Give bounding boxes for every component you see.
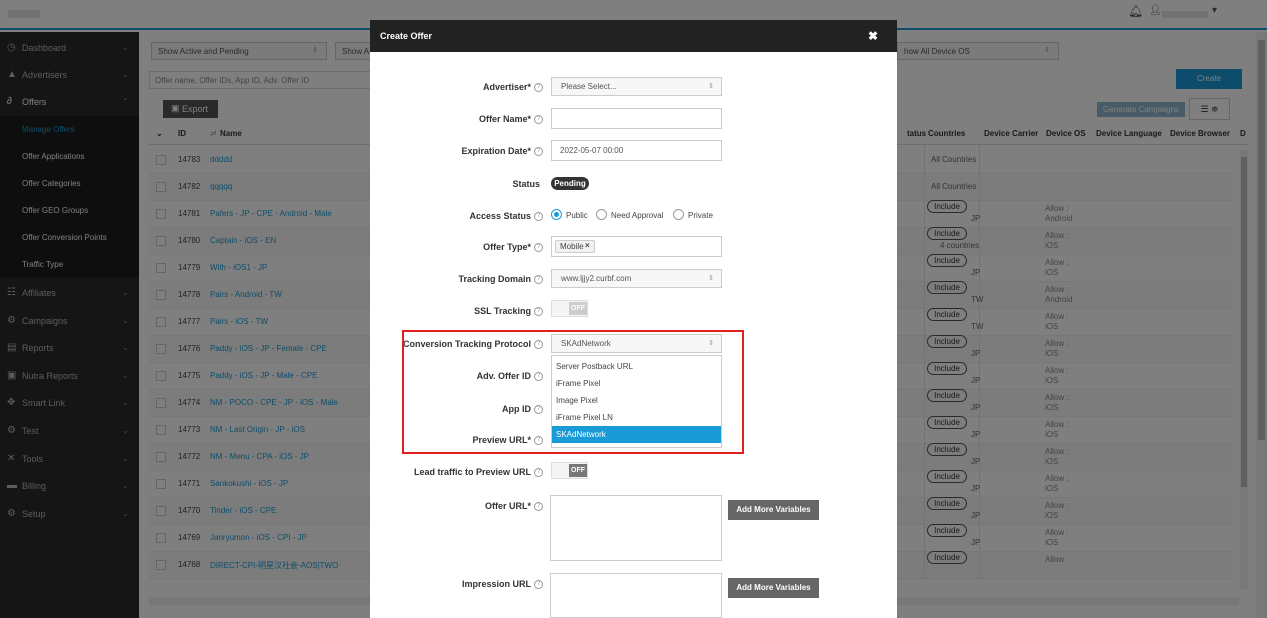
access-status-label: Access Status <box>469 211 531 221</box>
modal-header: Create Offer ✖ <box>370 20 897 52</box>
chevron-updown-icon: ⇕ <box>708 83 714 90</box>
radio-label-public: Public <box>566 211 588 220</box>
chevron-updown-icon: ⇕ <box>708 275 714 282</box>
help-icon[interactable]: ? <box>534 580 543 589</box>
radio-label-need-approval: Need Approval <box>611 211 664 220</box>
ssl-tracking-toggle[interactable]: OFF <box>551 300 588 317</box>
tracking-domain-label: Tracking Domain <box>458 274 531 284</box>
advertiser-select[interactable]: Please Select... ⇕ <box>551 77 722 96</box>
impression-url-label: Impression URL <box>461 579 531 589</box>
ssl-tracking-label: SSL Tracking <box>474 306 531 316</box>
advertiser-label: Advertiser* <box>482 82 531 92</box>
create-offer-modal: Create Offer ✖ Advertiser* ? Please Sele… <box>370 20 897 618</box>
help-icon[interactable]: ? <box>534 243 543 252</box>
add-more-variables-button[interactable]: Add More Variables <box>728 578 819 598</box>
radio-need-approval[interactable] <box>596 209 607 220</box>
offer-url-textarea[interactable] <box>550 495 722 561</box>
tag-label: Mobile <box>560 242 584 251</box>
tag-remove-icon[interactable]: × <box>585 241 590 250</box>
help-icon[interactable]: ? <box>534 212 543 221</box>
radio-public[interactable] <box>551 209 562 220</box>
help-icon[interactable]: ? <box>534 275 543 284</box>
tracking-domain-select[interactable]: www.ljjy2.curbf.com ⇕ <box>551 269 722 288</box>
help-icon[interactable]: ? <box>534 502 543 511</box>
radio-private[interactable] <box>673 209 684 220</box>
select-value: Please Select... <box>561 82 617 91</box>
select-value: www.ljjy2.curbf.com <box>561 274 632 283</box>
offer-name-field[interactable] <box>551 108 722 129</box>
offer-url-label: Offer URL* <box>484 501 531 511</box>
close-icon[interactable]: ✖ <box>868 29 878 43</box>
offer-name-label: Offer Name* <box>478 114 531 124</box>
help-icon[interactable]: ? <box>534 115 543 124</box>
help-icon[interactable]: ? <box>534 83 543 92</box>
offer-type-field[interactable]: Mobile × <box>551 236 722 257</box>
expiration-date-field[interactable]: 2022-05-07 00:00 <box>551 140 722 161</box>
offer-type-tag: Mobile × <box>555 240 595 253</box>
help-icon[interactable]: ? <box>534 468 543 477</box>
help-icon[interactable]: ? <box>534 147 543 156</box>
toggle-label: OFF <box>569 464 587 477</box>
help-icon[interactable]: ? <box>534 307 543 316</box>
lead-traffic-toggle[interactable]: OFF <box>551 462 588 479</box>
lead-traffic-label: Lead traffic to Preview URL <box>413 467 531 477</box>
expiration-date-label: Expiration Date* <box>461 146 531 156</box>
field-value: 2022-05-07 00:00 <box>560 146 624 155</box>
status-label: Status <box>512 179 540 189</box>
modal-title: Create Offer <box>380 31 433 41</box>
highlight-box <box>402 330 744 454</box>
toggle-label: OFF <box>569 302 587 315</box>
add-more-variables-button[interactable]: Add More Variables <box>728 500 819 520</box>
impression-url-textarea[interactable] <box>550 573 722 618</box>
status-badge: Pending <box>551 177 589 190</box>
radio-label-private: Private <box>688 211 713 220</box>
offer-type-label: Offer Type* <box>483 242 531 252</box>
